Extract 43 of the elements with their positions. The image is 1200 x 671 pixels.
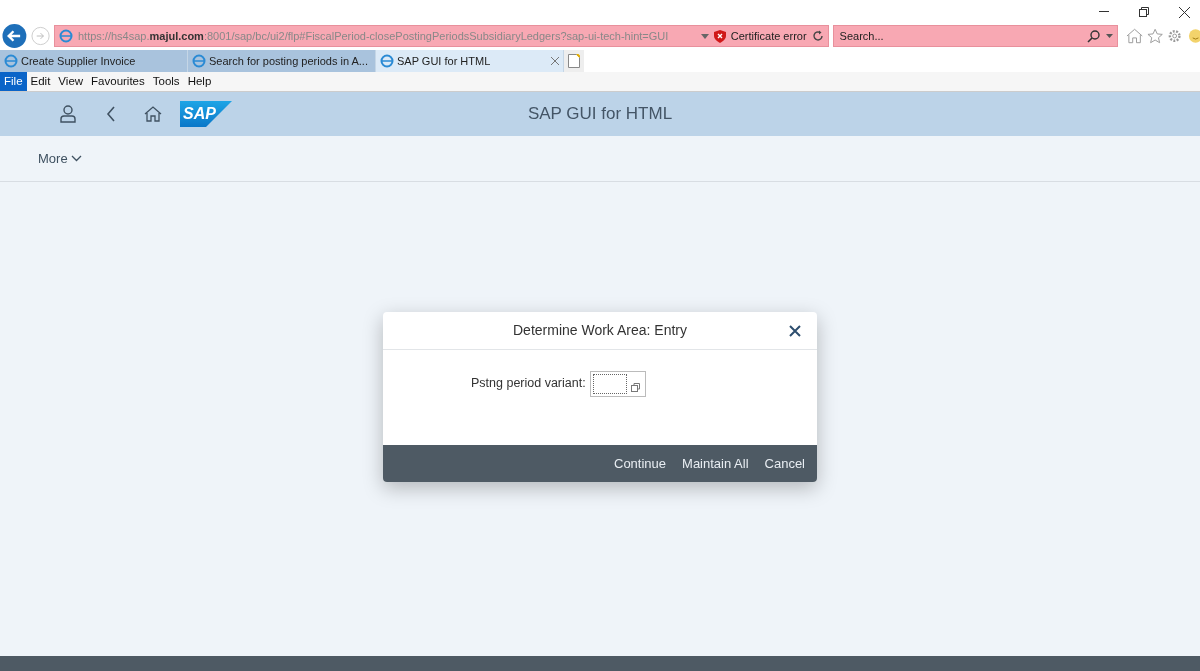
- back-icon[interactable]: [2, 23, 27, 49]
- search-field[interactable]: Search...: [837, 26, 1087, 46]
- menu-item[interactable]: Edit: [26, 72, 55, 91]
- dialog-button[interactable]: Maintain All: [676, 451, 755, 476]
- value-help-icon[interactable]: [630, 382, 640, 392]
- browser-icon: [58, 29, 73, 43]
- menu-item[interactable]: Favourites: [87, 72, 149, 91]
- dialog-button[interactable]: Cancel: [758, 451, 811, 476]
- dropdown-icon[interactable]: [700, 33, 709, 39]
- url-text[interactable]: https://hs4sap.majul.com:8001/sap/bc/ui2/flp#FiscalPeriod-closePostingPeriodsSubsidiaryLedgers?sap-ui-tech-hint=GUI: [77, 27, 696, 45]
- menu-item[interactable]: Tools: [148, 72, 184, 91]
- field-label: Pstng period variant:: [471, 375, 586, 392]
- menu-item[interactable]: File: [0, 72, 27, 91]
- new-tab-icon[interactable]: [564, 50, 584, 72]
- star-icon[interactable]: [1147, 28, 1164, 44]
- dialog-button[interactable]: Continue: [608, 451, 673, 476]
- menu-item[interactable]: View: [54, 72, 88, 91]
- more-menu[interactable]: More: [38, 148, 82, 169]
- dialog-title: Determine Work Area: Entry: [513, 321, 687, 340]
- input-field[interactable]: [589, 371, 646, 397]
- shell-title: SAP GUI for HTML: [527, 103, 673, 126]
- chevron-down-icon: [70, 155, 82, 162]
- search-bar[interactable]: Search...: [832, 25, 1118, 47]
- address-bar[interactable]: https://hs4sap.majul.com:8001/sap/bc/ui2/flp#FiscalPeriod-closePostingPeriodsSubsidiaryLedgers?sap-ui-tech-hint=GUI Certificate error: [53, 25, 829, 47]
- browser-icon: [4, 54, 18, 68]
- browser-icon: [380, 54, 394, 68]
- settings-icon[interactable]: [1167, 28, 1183, 44]
- certificate-error-text[interactable]: Certificate error: [730, 27, 807, 45]
- browser-tab[interactable]: SAP GUI for HTML: [376, 50, 564, 72]
- browser-tab[interactable]: Create Supplier Invoice: [0, 50, 188, 72]
- home-icon[interactable]: [1125, 28, 1144, 44]
- menu-item[interactable]: Help: [183, 72, 216, 91]
- refresh-icon[interactable]: [811, 30, 824, 42]
- browser-icon: [192, 54, 206, 68]
- close-icon[interactable]: [787, 322, 803, 339]
- browser-tab[interactable]: Search for posting periods in A...: [188, 50, 376, 72]
- close-icon[interactable]: [1179, 6, 1190, 18]
- sap-logo: SAP: [180, 101, 232, 127]
- search-icon[interactable]: [1086, 29, 1100, 43]
- dropdown-icon[interactable]: [1105, 34, 1113, 38]
- minimize-icon[interactable]: [1099, 11, 1109, 13]
- shield-error-icon: [713, 29, 726, 43]
- restore-icon[interactable]: [1139, 7, 1149, 17]
